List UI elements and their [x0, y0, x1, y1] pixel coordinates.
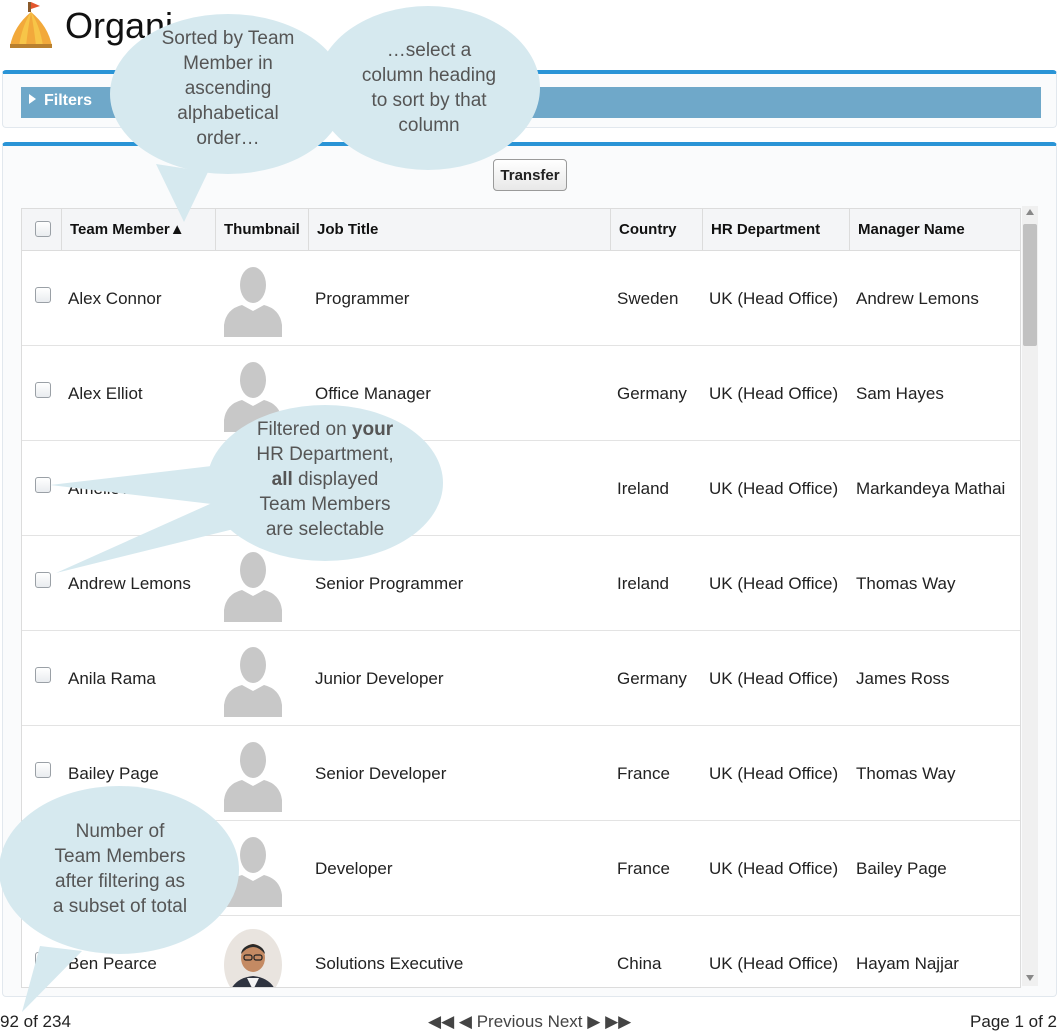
hr-department: UK (Head Office) [709, 954, 839, 973]
callout-filtered-text: displayed [292, 469, 379, 490]
column-header-hr-department[interactable]: HR Department [703, 209, 850, 251]
hr-department: UK (Head Office) [709, 384, 839, 403]
grid-header: Team Member▲ Thumbnail Job Title Country… [22, 209, 1020, 251]
first-page-icon[interactable]: ◀◀ [428, 1012, 454, 1031]
team-member-name: Alex Connor [68, 289, 162, 308]
country: China [617, 954, 662, 973]
manager-name: Hayam Najjar [856, 954, 959, 973]
callout-number-line: Team Members [54, 846, 186, 867]
callout-sorted-line: Member in [183, 53, 273, 74]
job-title: Programmer [315, 289, 410, 308]
filters-toggle[interactable]: Filters [29, 92, 92, 110]
job-title: Senior Developer [315, 764, 447, 783]
column-header-job-title[interactable]: Job Title [309, 209, 611, 251]
pager: ◀◀ ◀ Previous Next ▶ ▶▶ [428, 1012, 631, 1032]
callout-filtered-line: are selectable [265, 519, 385, 540]
hr-department: UK (Head Office) [709, 859, 839, 878]
country: Ireland [617, 479, 669, 498]
callout-number-line: Number of [75, 821, 165, 842]
record-count: 92 of 234 [0, 1012, 71, 1031]
callout-number-line: a subset of total [52, 896, 188, 917]
next-page-link[interactable]: Next [548, 1012, 583, 1031]
hr-department: UK (Head Office) [709, 764, 839, 783]
page-indicator: Page 1 of 2 [970, 1012, 1057, 1031]
hr-department: UK (Head Office) [709, 289, 839, 308]
next-page-icon[interactable]: ▶ [587, 1012, 600, 1031]
manager-name: Markandeya Mathai [856, 479, 1006, 498]
previous-page-icon[interactable]: ◀ [459, 1012, 472, 1031]
column-header-country[interactable]: Country [611, 209, 703, 251]
callout-select-column-line: to sort by that [371, 90, 487, 111]
row-checkbox[interactable] [35, 382, 51, 398]
hr-department: UK (Head Office) [709, 574, 839, 593]
callout-sorted-line: order… [196, 128, 260, 149]
avatar-placeholder-icon [224, 647, 282, 717]
manager-name: Andrew Lemons [856, 289, 979, 308]
row-checkbox[interactable] [35, 287, 51, 303]
select-all-checkbox[interactable] [35, 221, 51, 237]
callout-number-line: after filtering as [55, 871, 185, 892]
tent-logo-icon [10, 2, 52, 48]
callout-select-column-line: column heading [361, 65, 497, 86]
previous-page-link[interactable]: Previous [477, 1012, 543, 1031]
callout-filtered: Filtered on your HR Department, all disp… [40, 405, 445, 585]
country: Germany [617, 384, 687, 403]
callout-filtered-emphasis: your [351, 419, 394, 440]
country: France [617, 764, 670, 783]
hr-department: UK (Head Office) [709, 479, 839, 498]
callout-select-column-line: …select a [386, 40, 472, 61]
row-checkbox[interactable] [35, 667, 51, 683]
manager-name: James Ross [856, 669, 950, 688]
avatar-placeholder-icon [224, 267, 282, 337]
country: Ireland [617, 574, 669, 593]
column-header-thumbnail[interactable]: Thumbnail [216, 209, 309, 251]
scroll-thumb[interactable] [1023, 224, 1037, 346]
callout-filtered-line: Filtered on your [225, 417, 425, 442]
column-header-manager-name[interactable]: Manager Name [850, 209, 1020, 251]
callout-filtered-line: all displayed [225, 467, 425, 492]
scroll-down-arrow-icon[interactable] [1026, 975, 1034, 981]
manager-name: Sam Hayes [856, 384, 944, 403]
job-title: Solutions Executive [315, 954, 464, 973]
callout-filtered-text: Filtered on [256, 419, 352, 440]
callout-select-column-line: column [398, 115, 460, 136]
callout-filtered-line: Team Members [259, 494, 391, 515]
callout-sorted-line: ascending [184, 78, 272, 99]
row-checkbox[interactable] [35, 762, 51, 778]
scroll-up-arrow-icon[interactable] [1026, 209, 1034, 215]
table-row[interactable]: Alex Connor Programmer Sweden UK (Head Offi… [22, 251, 1020, 346]
callout-filtered-line: HR Department, [256, 444, 394, 465]
callout-filtered-emphasis: all [271, 469, 293, 490]
country: Germany [617, 669, 687, 688]
manager-name: Thomas Way [856, 574, 956, 593]
select-all-cell [22, 209, 62, 251]
callout-sorted-line: alphabetical [177, 103, 279, 124]
manager-name: Bailey Page [856, 859, 947, 878]
team-member-name: Anila Rama [68, 669, 156, 688]
manager-name: Thomas Way [856, 764, 956, 783]
grid-scrollbar[interactable] [1022, 206, 1038, 986]
callout-select-column: …select a column heading to sort by that… [316, 6, 542, 172]
column-header-team-member[interactable]: Team Member▲ [62, 209, 216, 251]
job-title: Developer [315, 859, 393, 878]
hr-department: UK (Head Office) [709, 669, 839, 688]
callout-sorted-line: Sorted by Team [161, 28, 295, 49]
callout-number: Number of Team Members after filtering a… [0, 786, 240, 1014]
callout-sorted: Sorted by Team Member in ascending alpha… [108, 14, 348, 222]
country: Sweden [617, 289, 679, 308]
expand-triangle-icon [29, 94, 36, 104]
country: France [617, 859, 670, 878]
job-title: Junior Developer [315, 669, 444, 688]
last-page-icon[interactable]: ▶▶ [605, 1012, 631, 1031]
table-row[interactable]: Anila Rama Junior Developer Germany UK (Hea… [22, 631, 1020, 726]
filters-label: Filters [44, 92, 93, 109]
